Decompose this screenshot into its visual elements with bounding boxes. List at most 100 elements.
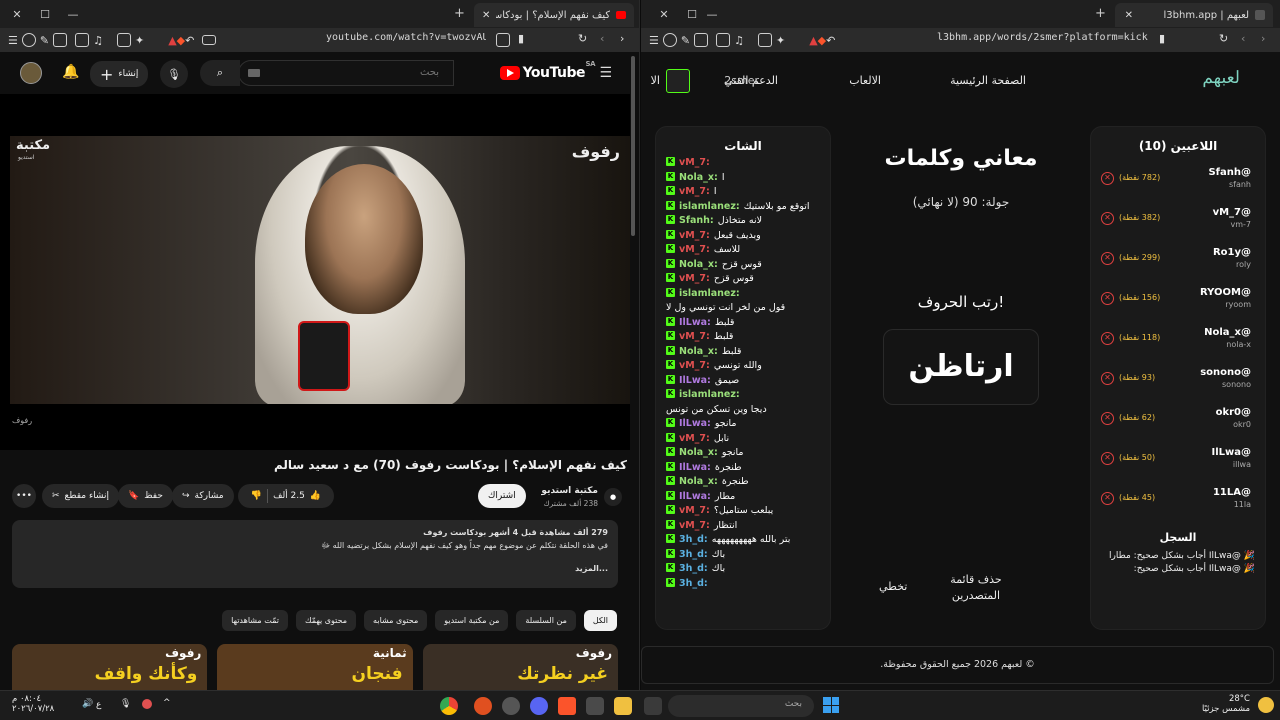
brave-icon[interactable] (558, 697, 576, 715)
back-icon[interactable]: ‹ (1241, 32, 1245, 45)
description-more-link[interactable]: ...المزيد (22, 562, 608, 575)
bookmark-icon[interactable]: ▮ (1159, 32, 1165, 45)
chat-username[interactable]: 3h_d: (679, 549, 708, 563)
clip-button[interactable]: إنشاء مقطع ✂ (42, 484, 119, 508)
site-logo[interactable]: لعبهم (1202, 68, 1240, 88)
chat-username[interactable]: Sfanh: (679, 215, 714, 229)
screenshot-icon[interactable] (757, 33, 772, 47)
nav-games[interactable]: الالعاب (849, 74, 881, 87)
video-thumbnail[interactable]: رفوف غير نظرتك (422, 644, 618, 690)
chat-username[interactable]: islamlanez: (679, 201, 740, 215)
subscribe-button[interactable]: اشتراك (478, 484, 526, 508)
reader-icon[interactable] (716, 33, 731, 47)
alert-icon[interactable]: ▲ (168, 34, 176, 47)
new-tab-icon[interactable]: + (1095, 6, 1106, 21)
menu-icon[interactable]: ☰ (649, 34, 659, 47)
bell-icon[interactable]: 🔔 (62, 64, 79, 80)
bookmark-icon[interactable]: ▮ (518, 32, 524, 45)
sidebar-icon[interactable] (694, 33, 709, 47)
remove-player-icon[interactable]: ✕ (1101, 372, 1114, 385)
close-window-icon[interactable]: ✕ (6, 4, 28, 24)
filter-chip[interactable]: محتوى مشابه (364, 610, 428, 631)
dislike-icon[interactable]: 👎 (251, 491, 262, 501)
screenshot-icon[interactable] (116, 33, 131, 47)
chrome-icon[interactable] (440, 697, 458, 715)
tray-app-icon[interactable] (142, 699, 152, 709)
discord-icon[interactable] (530, 697, 548, 715)
voice-search-button[interactable]: 🎙 (160, 60, 188, 88)
chat-username[interactable]: vM_7: (679, 360, 710, 374)
menu-icon[interactable]: ☰ (8, 34, 18, 47)
forward-icon[interactable]: › (1261, 32, 1265, 45)
filter-chip[interactable]: تمّت مشاهدتها (222, 610, 288, 631)
skip-button[interactable]: تخطي (879, 580, 907, 593)
shield-icon[interactable] (662, 33, 677, 47)
language-indicator[interactable]: ع (96, 700, 101, 710)
tray-chevron-icon[interactable]: ^ (163, 698, 171, 708)
video-thumbnail[interactable]: رفوف وكأنك واقف (12, 644, 208, 690)
save-button[interactable]: حفظ 🔖 (118, 484, 173, 508)
page-scrollbar[interactable] (631, 56, 635, 236)
close-tab-icon[interactable]: ✕ (1125, 10, 1133, 21)
chat-username[interactable]: Nola_x: (679, 259, 718, 273)
chat-username[interactable]: vM_7: (679, 505, 710, 519)
chat-username[interactable]: vM_7: (679, 520, 710, 534)
sidebar-icon[interactable] (53, 33, 68, 47)
chat-username[interactable]: vM_7: (679, 433, 710, 447)
maximize-icon[interactable]: ☐ (34, 4, 56, 24)
close-window-icon[interactable]: ✕ (653, 4, 675, 24)
chat-username[interactable]: vM_7: (679, 230, 710, 244)
remove-player-icon[interactable]: ✕ (1101, 252, 1114, 265)
remove-player-icon[interactable]: ✕ (1101, 492, 1114, 505)
extensions-icon[interactable]: ✦ (135, 34, 144, 47)
chat-username[interactable]: vM_7: (679, 186, 710, 200)
like-dislike-group[interactable]: 👍 2.5 ألف 👎 (238, 484, 334, 508)
more-actions-button[interactable]: ••• (12, 484, 36, 508)
chat-username[interactable]: Nola_x: (679, 447, 718, 461)
chat-username[interactable]: 3h_d: (679, 563, 708, 577)
pin-icon[interactable]: ✎ (681, 34, 690, 47)
filter-chip[interactable]: من السلسلة (516, 610, 576, 631)
music-icon[interactable]: ♫ (93, 34, 103, 47)
reader-icon[interactable] (75, 33, 90, 47)
chat-username[interactable]: vM_7: (679, 273, 710, 287)
volume-icon[interactable]: 🔊 (82, 699, 93, 709)
tab-l3bhm[interactable]: لعبهم | l3bhm.app ✕ (1115, 3, 1273, 27)
minimize-icon[interactable]: — (62, 4, 84, 24)
music-icon[interactable]: ♫ (734, 34, 744, 47)
start-button[interactable] (823, 697, 839, 713)
remove-player-icon[interactable]: ✕ (1101, 292, 1114, 305)
remove-player-icon[interactable]: ✕ (1101, 412, 1114, 425)
taskbar-search[interactable]: بحث (668, 695, 814, 717)
chat-username[interactable]: IlLwa: (679, 418, 711, 432)
weather-widget[interactable]: 28°C مشمس جزئيًا (1202, 694, 1250, 714)
mic-tray-icon[interactable]: 🎙 (120, 699, 131, 709)
share-button[interactable]: مشاركة ↪ (172, 484, 234, 508)
tab-youtube[interactable]: كيف نفهم الإسلام؟ | بودكاست ر ✕ (474, 3, 634, 27)
brave-shield-icon[interactable]: ◆ (818, 34, 826, 47)
brave-shield-icon[interactable]: ◆ (177, 34, 185, 47)
nav-home[interactable]: الصفحة الرئيسية (950, 74, 1026, 87)
app-icon[interactable] (502, 697, 520, 715)
close-tab-icon[interactable]: ✕ (482, 10, 490, 21)
extensions-icon[interactable]: ✦ (776, 34, 785, 47)
chat-username[interactable]: Nola_x: (679, 346, 718, 360)
user-avatar[interactable] (666, 69, 690, 93)
remove-player-icon[interactable]: ✕ (1101, 332, 1114, 345)
new-tab-icon[interactable]: + (454, 6, 465, 21)
file-explorer-icon[interactable] (614, 697, 632, 715)
store-icon[interactable] (586, 697, 604, 715)
video-player[interactable]: رفوف مكتبة استديو رفوف (0, 94, 630, 450)
remove-player-icon[interactable]: ✕ (1101, 452, 1114, 465)
chat-username[interactable]: IlLwa: (679, 317, 711, 331)
chat-username[interactable]: IlLwa: (679, 462, 711, 476)
share-link-icon[interactable]: ↶ (826, 34, 835, 47)
alert-icon[interactable]: ▲ (809, 34, 817, 47)
chat-username[interactable]: Nola_x: (679, 172, 718, 186)
youtube-logo[interactable]: SA YouTube (499, 60, 596, 81)
minimize-icon[interactable]: — (701, 4, 723, 24)
task-view-icon[interactable] (644, 697, 662, 715)
back-icon[interactable]: ‹ (600, 32, 604, 45)
filter-chip[interactable]: من مكتبة استديو (435, 610, 509, 631)
channel-avatar[interactable]: ● (604, 488, 622, 506)
